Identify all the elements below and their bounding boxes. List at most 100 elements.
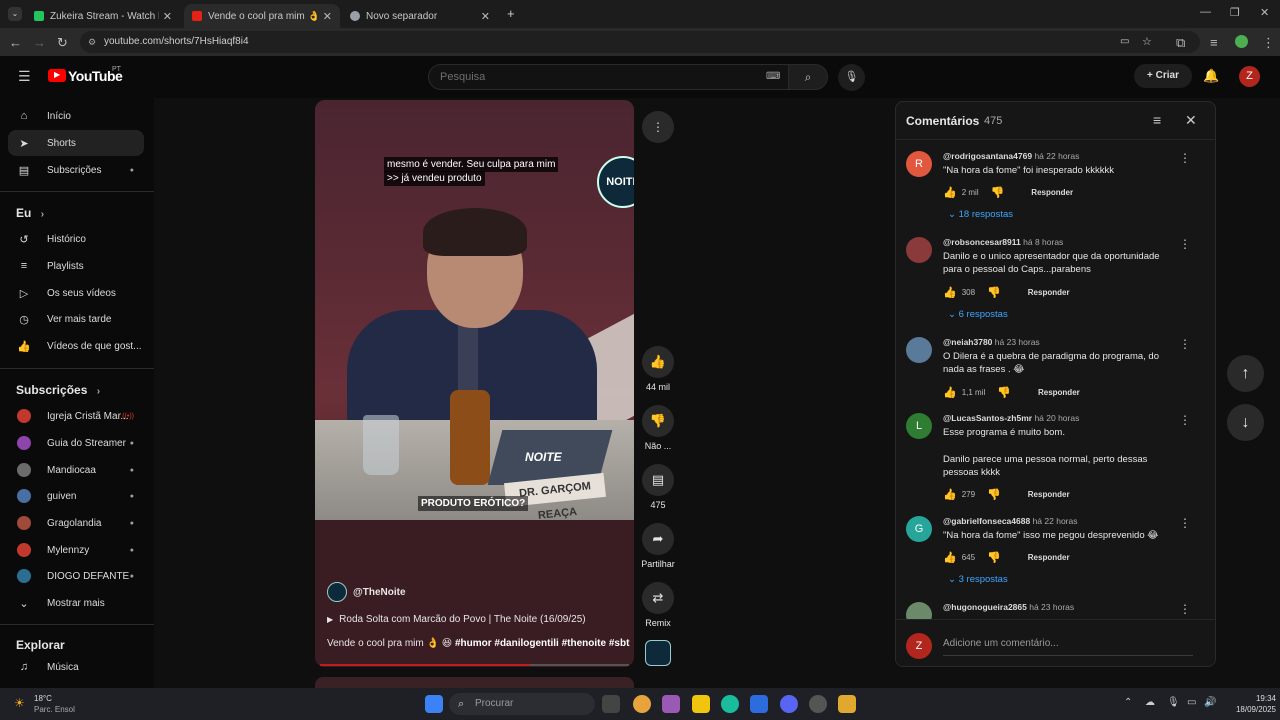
- browser-menu-icon[interactable]: ⋮: [1262, 35, 1275, 51]
- add-comment-input[interactable]: Adicione um comentário...: [943, 638, 1193, 656]
- sidebar-sub-item[interactable]: DIOGO DEFANTE ●: [8, 563, 144, 589]
- video-progress-bar[interactable]: [320, 664, 629, 666]
- bookmark-star-icon[interactable]: ☆: [1142, 31, 1152, 53]
- more-vert-icon[interactable]: ⋮: [1179, 413, 1191, 427]
- search-button[interactable]: ⌕: [788, 64, 828, 90]
- sidebar-item-watch-later[interactable]: ◷ Ver mais tarde: [8, 306, 144, 332]
- reply-button[interactable]: Responder: [1038, 388, 1080, 397]
- comment-author[interactable]: @rodrigosantana4769 há 22 horas: [943, 151, 1079, 161]
- close-icon[interactable]: ✕: [1185, 112, 1197, 129]
- channel-name[interactable]: @TheNoite: [353, 587, 406, 598]
- commenter-avatar[interactable]: [906, 337, 932, 363]
- comments-button[interactable]: ▤: [642, 464, 674, 496]
- comment-author[interactable]: @gabrielfonseca4688 há 22 horas: [943, 516, 1077, 526]
- sidebar-sub-item[interactable]: Gragolandia ●: [8, 510, 144, 536]
- more-vert-icon[interactable]: ⋮: [1179, 337, 1191, 351]
- reading-list-icon[interactable]: ≡: [1210, 35, 1218, 50]
- share-button[interactable]: ➦: [642, 523, 674, 555]
- commenter-avatar[interactable]: [906, 237, 932, 263]
- tab-zukeira[interactable]: Zukeira Stream - Watch Live on ✕: [26, 4, 180, 28]
- microphone-tray-icon[interactable]: 🎙: [1167, 697, 1180, 708]
- tray-chevron-up-icon[interactable]: ⌃: [1124, 697, 1132, 708]
- discord-icon[interactable]: [780, 695, 798, 713]
- volume-icon[interactable]: 🔊: [1204, 697, 1216, 708]
- sidebar-item-history[interactable]: ↺ Histórico: [8, 226, 144, 252]
- sidebar-sub-item[interactable]: guiven ●: [8, 483, 144, 509]
- notifications-bell-icon[interactable]: 🔔: [1203, 68, 1219, 84]
- sidebar-sub-item[interactable]: Guia do Streamer ●: [8, 430, 144, 456]
- cloud-icon[interactable]: ☁: [1145, 697, 1155, 708]
- keyboard-icon[interactable]: ⌨: [766, 65, 780, 89]
- sound-source-thumbnail[interactable]: [645, 640, 671, 666]
- reload-icon[interactable]: ↻: [57, 35, 68, 51]
- tab-new[interactable]: Novo separador ✕: [342, 4, 498, 28]
- taskbar-search[interactable]: ⌕ Procurar: [449, 693, 595, 715]
- search-input[interactable]: Pesquisa ⌨: [428, 64, 790, 90]
- thumbs-up-icon[interactable]: 👍: [943, 186, 957, 199]
- related-video-link[interactable]: ▶ Roda Solta com Marcão do Povo | The Noi…: [327, 614, 586, 625]
- thumbs-down-icon[interactable]: 👎: [991, 186, 1005, 199]
- view-replies-button[interactable]: ⌄ 3 respostas: [948, 574, 1008, 585]
- hamburger-menu-icon[interactable]: ☰: [18, 68, 31, 85]
- account-avatar[interactable]: Z: [1239, 66, 1260, 87]
- sidebar-item-music[interactable]: ♫ Música: [8, 654, 144, 680]
- close-window-icon[interactable]: ✕: [1260, 6, 1269, 19]
- extensions-icon[interactable]: ⧉: [1176, 35, 1185, 51]
- comment-author[interactable]: @neiah3780 há 23 horas: [943, 337, 1040, 347]
- channel-row[interactable]: @TheNoite: [327, 582, 406, 602]
- next-short-button[interactable]: ↓: [1227, 404, 1264, 441]
- like-button[interactable]: 👍: [642, 346, 674, 378]
- tab-search-icon[interactable]: ⌄: [8, 7, 22, 21]
- commenter-avatar[interactable]: G: [906, 516, 932, 542]
- thumbs-up-icon[interactable]: 👍: [943, 286, 957, 299]
- minimize-icon[interactable]: —: [1200, 6, 1211, 18]
- show-more-button[interactable]: ⌄ Mostrar mais: [8, 590, 144, 616]
- more-vert-icon[interactable]: ⋮: [1179, 151, 1191, 165]
- create-button[interactable]: + Criar: [1134, 64, 1192, 88]
- chrome-icon[interactable]: [633, 695, 651, 713]
- sidebar-item-shorts[interactable]: ➤ Shorts: [8, 130, 144, 156]
- comment-author[interactable]: @LucasSantos-zh5mr há 20 horas: [943, 413, 1079, 423]
- more-vert-icon[interactable]: ⋮: [1179, 237, 1191, 251]
- obs-icon[interactable]: [809, 695, 827, 713]
- sort-icon[interactable]: ≡: [1153, 112, 1161, 128]
- commenter-avatar[interactable]: [906, 602, 932, 619]
- reply-button[interactable]: Responder: [1031, 188, 1073, 197]
- thumbs-up-icon[interactable]: 👍: [943, 386, 957, 399]
- voice-search-button[interactable]: 🎙: [838, 64, 865, 91]
- close-tab-icon[interactable]: ✕: [481, 10, 490, 23]
- url-field[interactable]: ⚙ youtube.com/shorts/7HsHiaqf8i4 ▭ ☆: [80, 31, 1200, 53]
- previous-short-button[interactable]: ↑: [1227, 355, 1264, 392]
- weather-widget[interactable]: 18°C Parc. Ensol: [34, 693, 75, 715]
- sidebar-item-playlists[interactable]: ≡ Playlists: [8, 253, 144, 279]
- file-explorer-icon[interactable]: [692, 695, 710, 713]
- you-section-heading[interactable]: Eu ›: [16, 206, 44, 220]
- dislike-button[interactable]: 👎: [642, 405, 674, 437]
- forward-icon[interactable]: →: [33, 35, 46, 50]
- tab-youtube[interactable]: Vende o cool pra mim 👌 🤩 🔊 ✕: [184, 4, 340, 28]
- reply-button[interactable]: Responder: [1028, 553, 1070, 562]
- reply-button[interactable]: Responder: [1028, 490, 1070, 499]
- copilot-icon[interactable]: [662, 695, 680, 713]
- profile-avatar[interactable]: [1235, 35, 1248, 48]
- reply-button[interactable]: Responder: [1028, 288, 1070, 297]
- next-short-preview[interactable]: [315, 677, 634, 688]
- sidebar-sub-item[interactable]: Igreja Cristã Mar... ((•)): [8, 403, 144, 429]
- task-view-icon[interactable]: [602, 695, 620, 713]
- video-description[interactable]: Vende o cool pra mim 👌 😆 #humor #danilog…: [327, 638, 629, 649]
- sidebar-sub-item[interactable]: Mylennzy ●: [8, 537, 144, 563]
- store-icon[interactable]: [750, 695, 768, 713]
- remix-button[interactable]: ⇄: [642, 582, 674, 614]
- sidebar-sub-item[interactable]: Mandiocaa ●: [8, 457, 144, 483]
- edge-icon[interactable]: [721, 695, 739, 713]
- commenter-avatar[interactable]: L: [906, 413, 932, 439]
- thumbs-down-icon[interactable]: 👎: [987, 551, 1001, 564]
- restore-icon[interactable]: ❐: [1230, 6, 1240, 19]
- channel-avatar[interactable]: [327, 582, 347, 602]
- more-vert-icon[interactable]: ⋮: [1179, 516, 1191, 530]
- sidebar-item-liked-videos[interactable]: 👍 Vídeos de que gost...: [8, 333, 144, 359]
- network-icon[interactable]: ▭: [1187, 697, 1196, 708]
- thumbs-down-icon[interactable]: 👎: [987, 286, 1001, 299]
- sidebar-item-your-videos[interactable]: ▷ Os seus vídeos: [8, 280, 144, 306]
- thumbs-down-icon[interactable]: 👎: [997, 386, 1011, 399]
